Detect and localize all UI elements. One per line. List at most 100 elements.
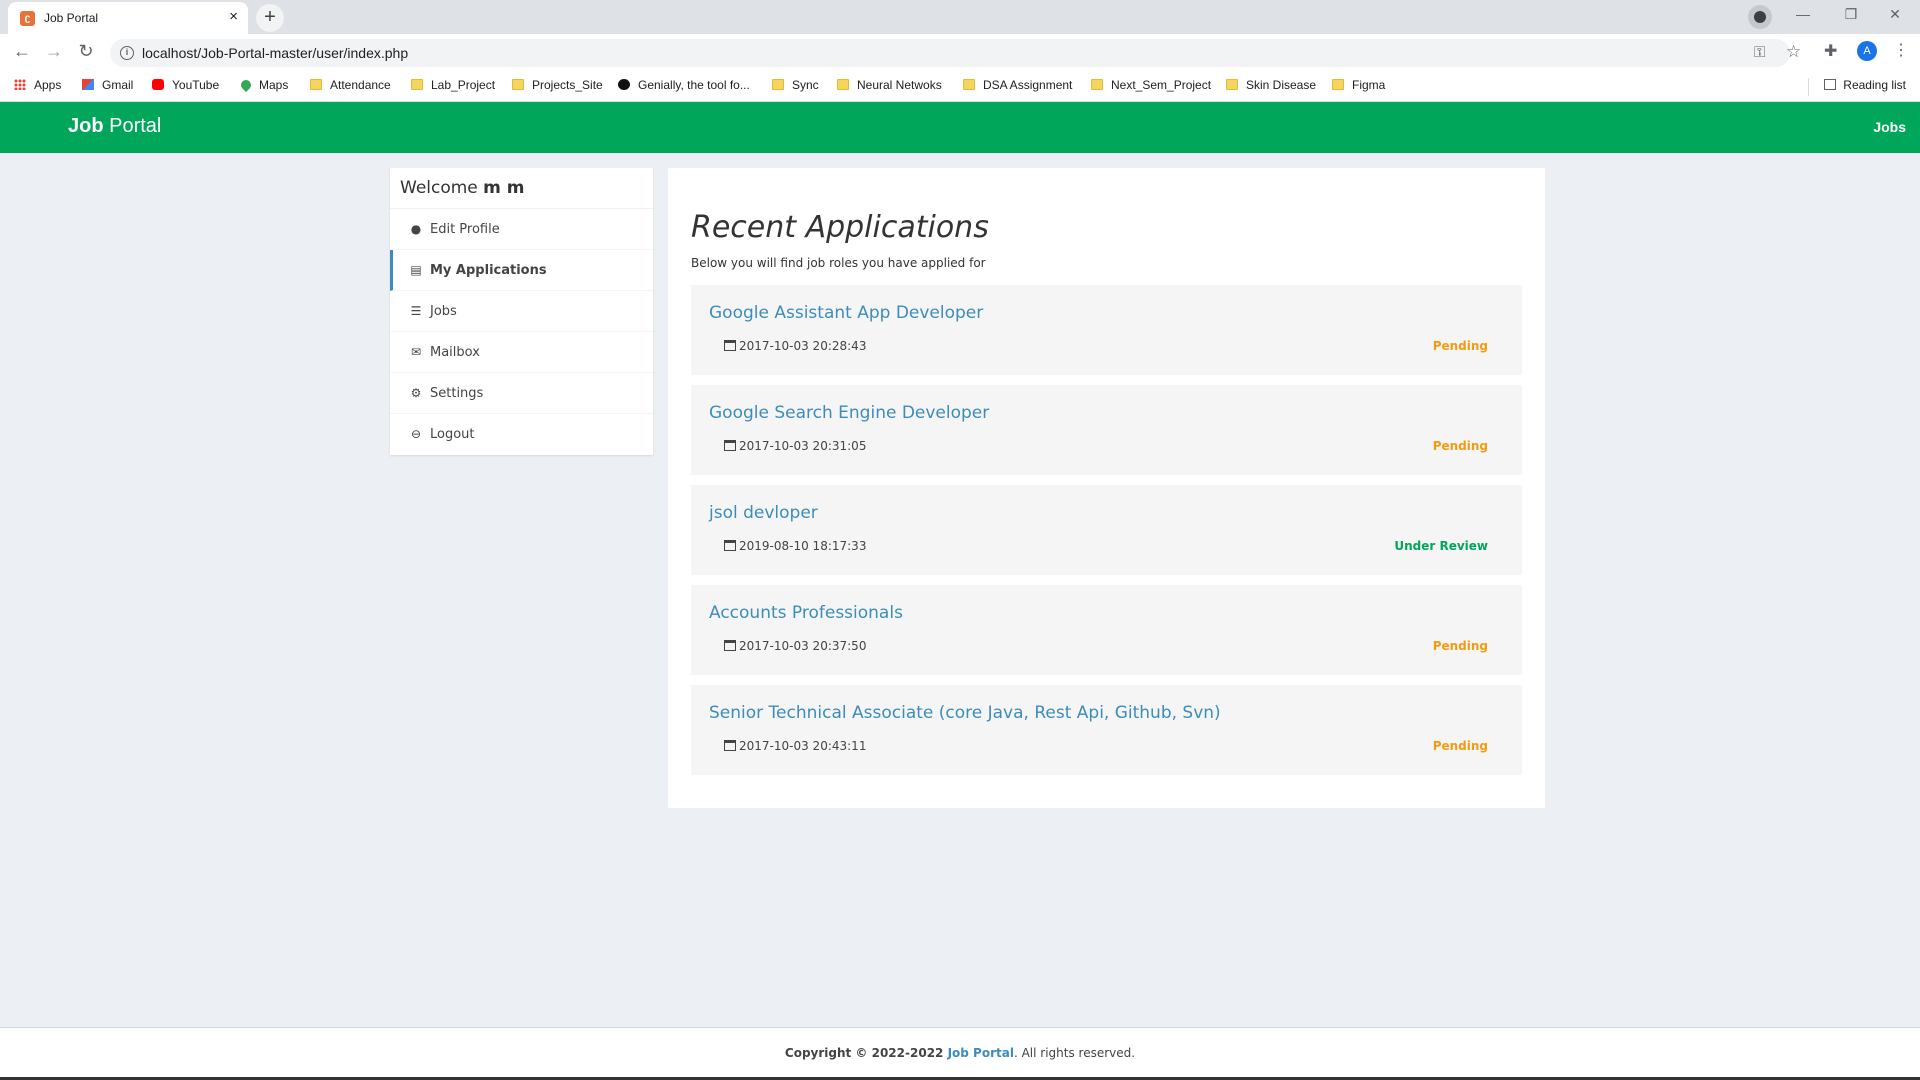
application-date: 2019-08-10 18:17:33 <box>724 539 866 553</box>
bookmark-projects-site[interactable]: Projects_Site <box>512 78 603 92</box>
bookmark-neural-netwoks[interactable]: Neural Netwoks <box>837 78 942 92</box>
bookmark-gmail[interactable]: Gmail <box>82 78 133 92</box>
sidebar-item-mailbox[interactable]: ✉ Mailbox <box>390 332 653 373</box>
bookmark-maps[interactable]: Maps <box>238 77 288 93</box>
sidebar-item-jobs[interactable]: ☰ Jobs <box>390 291 653 332</box>
extensions-puzzle-icon[interactable]: ✚ <box>1824 41 1837 61</box>
envelope-icon: ✉ <box>410 345 422 359</box>
folder-icon <box>411 79 423 90</box>
browser-menu-icon[interactable]: ⋮ <box>1893 40 1909 60</box>
bookmark-apps[interactable]: Apps <box>14 78 61 92</box>
url-text[interactable]: localhost/Job-Portal-master/user/index.p… <box>142 45 408 61</box>
xampp-favicon-icon: ʗ <box>20 11 35 26</box>
calendar-icon <box>724 440 736 451</box>
bookmark-youtube[interactable]: YouTube <box>152 78 219 92</box>
folder-icon <box>512 79 524 90</box>
minimize-icon[interactable]: — <box>1780 6 1826 22</box>
reading-list-icon <box>1824 79 1837 90</box>
reading-list-button[interactable]: Reading list <box>1824 78 1906 92</box>
folder-icon <box>837 79 849 90</box>
application-title-link[interactable]: Google Search Engine Developer <box>709 403 989 423</box>
sidebar-item-edit-profile[interactable]: ● Edit Profile <box>390 209 653 250</box>
header-nav-jobs-link[interactable]: Jobs <box>1873 119 1906 135</box>
profile-avatar[interactable]: A <box>1857 41 1877 61</box>
bookmark-lab-project[interactable]: Lab_Project <box>411 78 495 92</box>
application-title-link[interactable]: Google Assistant App Developer <box>709 303 983 323</box>
close-window-icon[interactable]: ✕ <box>1872 6 1918 23</box>
application-card: Senior Technical Associate (core Java, R… <box>691 685 1522 775</box>
user-name: m m <box>483 178 525 198</box>
back-arrow-icon[interactable]: ← <box>10 41 34 61</box>
calendar-icon <box>724 340 736 351</box>
youtube-icon <box>152 79 164 90</box>
user-icon: ● <box>410 222 422 236</box>
status-badge: Pending <box>1432 339 1488 353</box>
sidebar-item-settings[interactable]: ⚙ Settings <box>390 373 653 414</box>
tab-strip: ʗ Job Portal × + — ❐ ✕ <box>0 0 1920 34</box>
status-badge: Pending <box>1432 739 1488 753</box>
apps-grid-icon <box>14 79 26 90</box>
page-footer: Copyright © 2022-2022 Job Portal. All ri… <box>0 1027 1920 1077</box>
browser-chrome: ʗ Job Portal × + — ❐ ✕ ← → ↻ i localhost… <box>0 0 1920 102</box>
status-badge: Under Review <box>1394 539 1488 553</box>
sidebar-item-my-applications[interactable]: ▤ My Applications <box>390 250 653 291</box>
browser-tab[interactable]: ʗ Job Portal × <box>8 2 248 34</box>
application-card: Accounts Professionals 2017-10-03 20:37:… <box>691 585 1522 675</box>
brand-logo[interactable]: Job Portal <box>68 115 161 138</box>
welcome-heading: Welcome m m <box>390 168 653 209</box>
bookmarks-divider <box>1808 78 1809 96</box>
folder-icon <box>772 79 784 90</box>
page-title: Recent Applications <box>691 210 989 245</box>
tab-title: Job Portal <box>44 11 99 25</box>
tab-search-icon[interactable] <box>1748 5 1772 29</box>
gear-icon: ⚙ <box>410 386 422 400</box>
applications-list: Google Assistant App Developer 2017-10-0… <box>691 285 1522 785</box>
restore-icon[interactable]: ❐ <box>1828 6 1874 23</box>
copyright-text: Copyright © 2022-2022 <box>784 1046 948 1060</box>
folder-icon <box>963 79 975 90</box>
folder-icon <box>1332 79 1344 90</box>
app-header: Job Portal Jobs <box>0 102 1920 153</box>
bookmark-skin-disease[interactable]: Skin Disease <box>1226 78 1316 92</box>
bookmark-genially[interactable]: Genially, the tool fo... <box>618 78 750 92</box>
application-card: jsol devloper 2019-08-10 18:17:33 Under … <box>691 485 1522 575</box>
application-date: 2017-10-03 20:31:05 <box>724 439 866 453</box>
bookmark-sync[interactable]: Sync <box>772 78 819 92</box>
application-title-link[interactable]: Senior Technical Associate (core Java, R… <box>709 703 1221 723</box>
gmail-icon <box>82 79 94 90</box>
sidebar-item-logout[interactable]: ⊖ Logout <box>390 414 653 455</box>
folder-icon <box>1091 79 1103 90</box>
list-icon: ☰ <box>410 304 422 318</box>
footer-job-portal-link[interactable]: Job Portal <box>948 1046 1014 1060</box>
folder-icon <box>1226 79 1238 90</box>
application-card: Google Search Engine Developer 2017-10-0… <box>691 385 1522 475</box>
new-tab-button[interactable]: + <box>256 4 284 32</box>
application-date: 2017-10-03 20:37:50 <box>724 639 866 653</box>
star-bookmark-icon[interactable]: ☆ <box>1786 42 1801 62</box>
genially-icon <box>618 79 630 90</box>
bookmark-next-sem-project[interactable]: Next_Sem_Project <box>1091 78 1211 92</box>
id-card-icon: ▤ <box>410 263 422 277</box>
site-info-icon[interactable]: i <box>120 46 134 60</box>
forward-arrow-icon[interactable]: → <box>42 41 66 61</box>
maps-icon <box>238 77 254 93</box>
logout-icon: ⊖ <box>410 427 422 441</box>
application-title-link[interactable]: Accounts Professionals <box>709 603 903 623</box>
bookmarks-bar: Apps Gmail YouTube Maps Attendance Lab_P… <box>0 72 1920 102</box>
calendar-icon <box>724 740 736 751</box>
application-card: Google Assistant App Developer 2017-10-0… <box>691 285 1522 375</box>
application-title-link[interactable]: jsol devloper <box>709 503 818 523</box>
bookmark-attendance[interactable]: Attendance <box>310 78 391 92</box>
calendar-icon <box>724 640 736 651</box>
bookmark-dsa-assignment[interactable]: DSA Assignment <box>963 78 1072 92</box>
main-panel: Recent Applications Below you will find … <box>668 168 1545 808</box>
key-icon[interactable]: ⚿ <box>1754 44 1765 61</box>
bookmark-figma[interactable]: Figma <box>1332 78 1385 92</box>
reload-icon[interactable]: ↻ <box>74 41 98 61</box>
address-bar[interactable]: i localhost/Job-Portal-master/user/index… <box>110 39 1801 67</box>
close-tab-icon[interactable]: × <box>229 9 238 25</box>
folder-icon <box>310 79 322 90</box>
application-date: 2017-10-03 20:43:11 <box>724 739 866 753</box>
browser-toolbar: ← → ↻ i localhost/Job-Portal-master/user… <box>0 34 1920 70</box>
rights-text: . All rights reserved. <box>1013 1046 1136 1060</box>
